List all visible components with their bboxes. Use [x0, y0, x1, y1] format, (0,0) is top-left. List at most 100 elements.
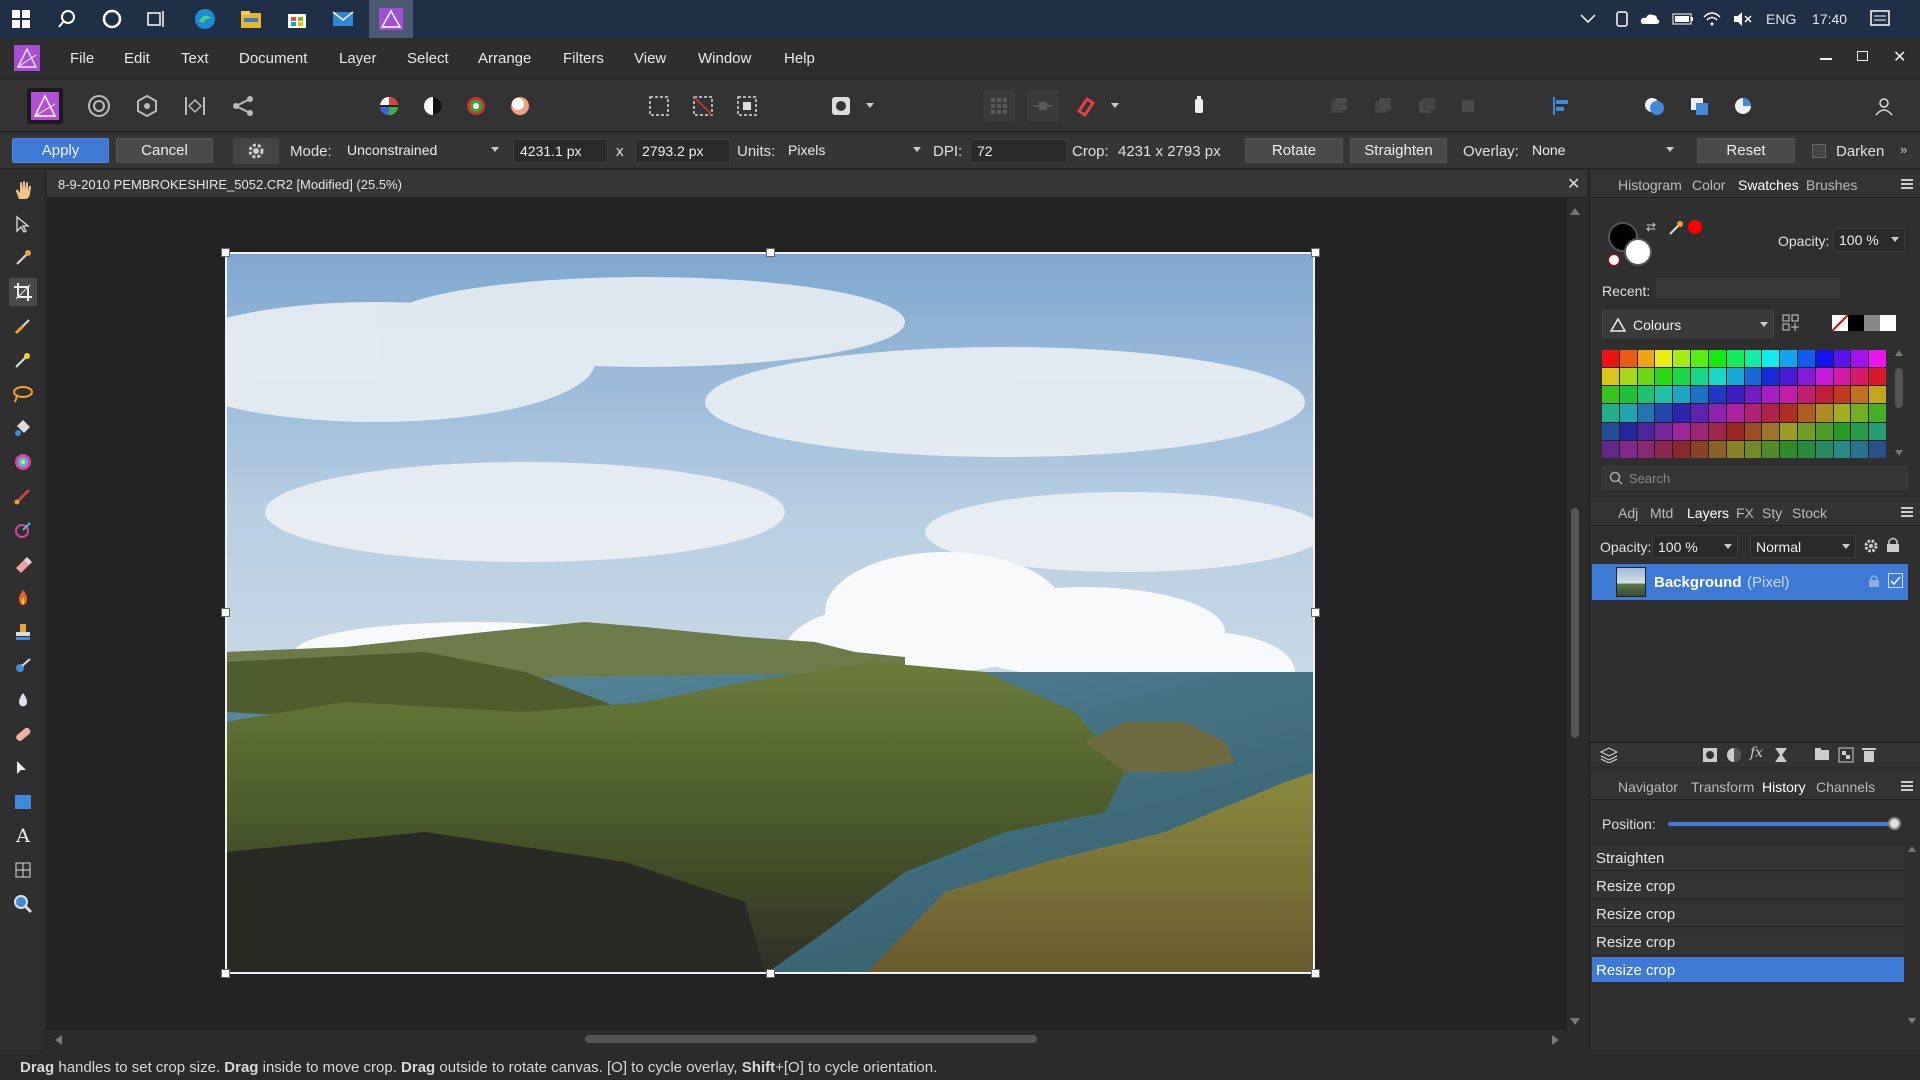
color-swatch[interactable] [1708, 386, 1726, 404]
layer-lock-icon[interactable] [1868, 574, 1880, 593]
color-swatch[interactable] [1726, 422, 1744, 440]
color-swatch[interactable] [1619, 440, 1637, 458]
swatch-grid[interactable] [1602, 350, 1886, 458]
tab-brushes[interactable]: Brushes [1806, 177, 1857, 193]
snapping-magnet-icon[interactable] [1069, 90, 1101, 122]
color-swatch[interactable] [1655, 350, 1673, 368]
crop-frame[interactable] [225, 252, 1315, 974]
color-swatch[interactable] [1744, 386, 1762, 404]
windows-start-icon[interactable] [6, 5, 36, 33]
color-swatch[interactable] [1744, 404, 1762, 422]
cloud-icon[interactable] [1640, 0, 1660, 38]
tab-fx[interactable]: FX [1736, 505, 1754, 521]
menu-file[interactable]: File [70, 50, 94, 67]
tab-stock[interactable]: Stock [1792, 505, 1827, 521]
swatch-black[interactable] [1848, 315, 1864, 331]
color-swatch[interactable] [1833, 440, 1851, 458]
eyedropper-icon[interactable] [1668, 220, 1684, 241]
menu-document[interactable]: Document [239, 50, 307, 67]
color-swatch[interactable] [1797, 368, 1815, 386]
tab-transform[interactable]: Transform [1691, 779, 1754, 795]
color-balance-icon[interactable] [460, 90, 492, 122]
color-swatch[interactable] [1602, 350, 1619, 368]
color-swatch[interactable] [1655, 404, 1673, 422]
dodge-burn-tool-icon[interactable] [9, 584, 37, 612]
task-view-icon[interactable] [141, 5, 171, 33]
crop-handle[interactable] [766, 248, 775, 257]
color-swatch[interactable] [1708, 368, 1726, 386]
rotate-button[interactable]: Rotate [1245, 138, 1343, 163]
menu-help[interactable]: Help [784, 50, 815, 67]
history-item[interactable]: Resize crop [1592, 901, 1904, 927]
color-swatch[interactable] [1815, 422, 1833, 440]
scroll-right-arrow-icon[interactable] [1552, 1035, 1559, 1045]
tab-sty[interactable]: Sty [1762, 505, 1782, 521]
smudge-tool-icon[interactable] [9, 652, 37, 680]
clock[interactable]: 17:40 [1812, 0, 1847, 38]
flood-fill-tool-icon[interactable] [9, 414, 37, 442]
palette-options-icon[interactable] [1782, 314, 1800, 337]
zoom-tool-icon[interactable] [9, 890, 37, 918]
color-swatch[interactable] [1637, 440, 1655, 458]
history-item[interactable]: Straighten [1592, 845, 1904, 871]
freehand-selection-tool-icon[interactable] [9, 380, 37, 408]
search-icon[interactable] [52, 5, 82, 33]
color-swatch[interactable] [1673, 422, 1691, 440]
crop-handle[interactable] [221, 969, 230, 978]
swatch-search-input[interactable]: Search [1602, 466, 1908, 490]
crop-handle[interactable] [1311, 248, 1320, 257]
swatch-scrollbar[interactable] [1895, 350, 1903, 458]
menu-view[interactable]: View [634, 50, 666, 67]
color-swatch[interactable] [1797, 440, 1815, 458]
color-swatch[interactable] [1780, 422, 1797, 440]
tab-history[interactable]: History [1762, 779, 1806, 795]
layer-opacity-field[interactable]: 100 % [1652, 535, 1738, 558]
paint-brush-tool-icon[interactable] [9, 482, 37, 510]
color-swatch[interactable] [1762, 350, 1780, 368]
rectangle-tool-icon[interactable] [9, 788, 37, 816]
color-swatch[interactable] [1869, 350, 1886, 368]
color-swatch[interactable] [1762, 386, 1780, 404]
color-swatch[interactable] [1726, 386, 1744, 404]
darken-checkbox[interactable] [1812, 144, 1826, 158]
overlay-dropdown[interactable]: None [1526, 139, 1679, 163]
color-swatch[interactable] [1797, 422, 1815, 440]
tab-channels[interactable]: Channels [1816, 779, 1875, 795]
color-swatch[interactable] [1869, 440, 1886, 458]
color-swatch[interactable] [1726, 404, 1744, 422]
color-swatch[interactable] [1869, 422, 1886, 440]
color-swatch[interactable] [1602, 368, 1619, 386]
tab-navigator[interactable]: Navigator [1618, 779, 1678, 795]
reset-button[interactable]: Reset [1697, 138, 1795, 163]
history-scrollbar[interactable] [1908, 846, 1916, 1026]
deselect-icon[interactable] [687, 90, 719, 122]
swatch-none[interactable] [1831, 314, 1849, 332]
tab-layers[interactable]: Layers [1687, 505, 1729, 521]
color-swatch[interactable] [1815, 404, 1833, 422]
color-swatch[interactable] [1780, 440, 1797, 458]
menu-select[interactable]: Select [407, 50, 449, 67]
blur-brush-tool-icon[interactable] [9, 686, 37, 714]
color-swatch[interactable] [1602, 404, 1619, 422]
lock-icon[interactable] [1886, 537, 1900, 558]
color-swatch[interactable] [1637, 386, 1655, 404]
erase-brush-tool-icon[interactable] [9, 550, 37, 578]
color-swatch[interactable] [1673, 404, 1691, 422]
wifi-icon[interactable] [1702, 0, 1722, 38]
no-fill-icon[interactable] [1608, 254, 1620, 266]
delete-layer-trash-icon[interactable] [1862, 747, 1876, 768]
color-swatch[interactable] [1619, 368, 1637, 386]
color-swatch[interactable] [1797, 404, 1815, 422]
move-tool-icon[interactable] [9, 210, 37, 238]
align-icon[interactable] [1546, 90, 1578, 122]
color-swatch[interactable] [1602, 422, 1619, 440]
color-swatch[interactable] [1673, 440, 1691, 458]
flood-select-tool-icon[interactable] [9, 346, 37, 374]
boolean-intersect-icon[interactable] [1727, 90, 1759, 122]
color-swatch[interactable] [1708, 440, 1726, 458]
close-window-icon[interactable]: ✕ [1893, 47, 1906, 67]
color-swatch[interactable] [1744, 368, 1762, 386]
height-field[interactable]: 2793.2 px [635, 139, 730, 163]
color-swatch[interactable] [1851, 368, 1869, 386]
fx-icon[interactable]: fx [1750, 745, 1763, 761]
